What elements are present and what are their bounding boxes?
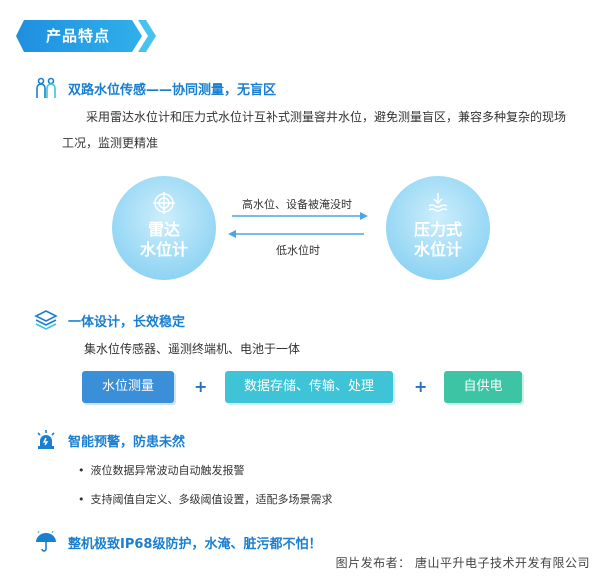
section-title: 整机极致IP68级防护，水淹、脏污都不怕！ bbox=[68, 536, 322, 552]
water-level-icon bbox=[428, 193, 448, 212]
section-banner: 产品特点 bbox=[16, 18, 156, 54]
section-ip68: 整机极致IP68级防护，水淹、脏污都不怕！ bbox=[34, 530, 321, 554]
pressure-label-line1: 压力式 bbox=[413, 220, 462, 239]
radar-label-line1: 雷达 bbox=[147, 220, 180, 239]
list-item: 支持阈值自定义、多级阈值设置，适配多场景需求 bbox=[78, 491, 333, 507]
target-icon bbox=[153, 192, 175, 214]
radar-gauge-circle: 雷达 水位计 bbox=[112, 176, 216, 280]
list-item: 液位数据异常波动自动触发报警 bbox=[78, 462, 245, 478]
pill-self-power: 自供电 bbox=[444, 371, 522, 403]
pill-data-processing: 数据存储、传输、处理 bbox=[225, 371, 393, 403]
arrow-top-label: 高水位、设备被淹没时 bbox=[242, 198, 352, 211]
plus-sign: + bbox=[194, 377, 208, 396]
section-title: 智能预警，防患未然 bbox=[68, 434, 186, 450]
section-integrated-design: 一体设计，长效稳定 bbox=[34, 308, 185, 332]
pressure-gauge-circle: 压力式 水位计 bbox=[386, 176, 490, 280]
people-icon bbox=[36, 77, 56, 98]
section-title: 双路水位传感——协同测量，无盲区 bbox=[68, 82, 277, 98]
banner-title: 产品特点 bbox=[45, 27, 110, 45]
section-title: 一体设计，长效稳定 bbox=[68, 314, 186, 330]
umbrella-icon bbox=[36, 530, 56, 552]
radar-label-line2: 水位计 bbox=[139, 240, 188, 259]
layers-icon bbox=[34, 310, 58, 330]
image-credit: 图片发布者： 唐山平升电子技术开发有限公司 bbox=[335, 556, 590, 570]
pressure-label-line2: 水位计 bbox=[413, 240, 462, 259]
section-smart-alert: 智能预警，防患未然 bbox=[34, 428, 185, 452]
plus-sign: + bbox=[414, 377, 428, 396]
arrow-bottom-label: 低水位时 bbox=[276, 244, 320, 257]
section-dual-sensing: 双路水位传感——协同测量，无盲区 bbox=[34, 76, 276, 100]
switch-arrows: 高水位、设备被淹没时 低水位时 bbox=[228, 192, 368, 262]
alarm-light-icon bbox=[37, 430, 55, 449]
section-description: 集水位传感器、遥测终端机、电池于一体 bbox=[84, 342, 301, 356]
section-description: 采用雷达水位计和压力式水位计互补式测量窨井水位，避免测量盲区，兼容多种复杂的现场… bbox=[62, 110, 567, 150]
pill-water-level: 水位测量 bbox=[82, 371, 174, 403]
